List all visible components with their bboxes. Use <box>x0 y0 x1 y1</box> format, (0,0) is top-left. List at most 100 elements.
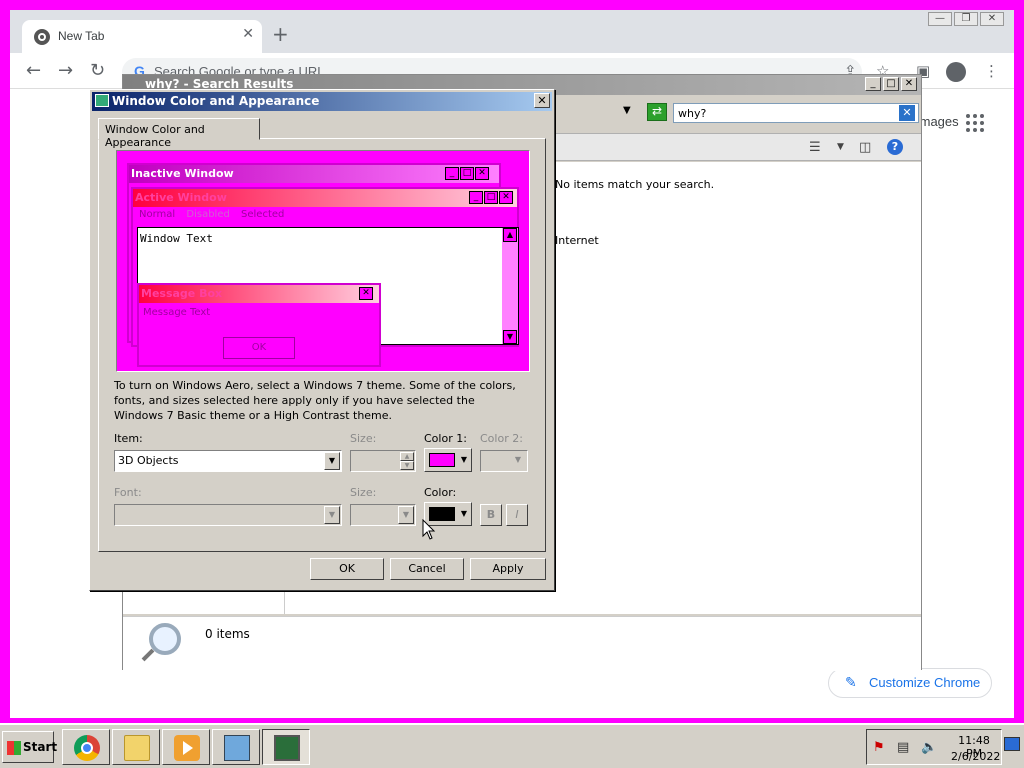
dialog-title: Window Color and Appearance <box>112 94 320 108</box>
close-tab-icon[interactable]: ✕ <box>242 26 254 42</box>
search-input[interactable]: why? <box>673 103 919 123</box>
font-color-label: Color: <box>424 486 457 499</box>
taskbar-explorer[interactable] <box>112 729 160 765</box>
scroll-up-icon: ▲ <box>503 228 517 242</box>
chrome-icon <box>74 735 100 761</box>
customize-chrome-button[interactable]: ✎ Customize Chrome <box>828 668 992 698</box>
view-options-icon[interactable]: ☰ <box>809 140 821 155</box>
spinner-arrows[interactable]: ▲ ▼ <box>400 452 414 470</box>
profile-avatar[interactable] <box>946 62 966 82</box>
close-button[interactable]: ✕ <box>901 77 917 91</box>
help-icon[interactable]: ? <box>887 139 903 155</box>
volume-icon[interactable]: 🔈 <box>921 740 937 755</box>
preview-close-icon: ✕ <box>475 167 489 180</box>
color1-label: Color 1: <box>424 432 467 445</box>
mouse-cursor-icon <box>422 519 436 540</box>
preview-menu-normal[interactable]: Normal <box>139 209 175 220</box>
action-center-icon[interactable]: ⚑ <box>873 740 885 755</box>
font-select[interactable]: ▼ <box>114 504 342 526</box>
preview-scrollbar[interactable]: ▲ ▼ <box>502 228 518 344</box>
preview-maximize-icon: □ <box>460 167 474 180</box>
apply-button[interactable]: Apply <box>470 558 546 580</box>
chevron-down-icon[interactable]: ▼ <box>398 506 414 524</box>
preview-minimize-icon: _ <box>469 191 483 204</box>
item-count: 0 items <box>205 627 250 641</box>
back-icon[interactable]: ← <box>26 60 41 81</box>
chevron-down-icon[interactable]: ▼ <box>324 452 340 470</box>
refresh-icon[interactable]: ⇄ <box>647 103 667 121</box>
media-player-icon <box>174 735 200 761</box>
maximize-button[interactable]: ❐ <box>954 12 978 26</box>
taskbar-control-panel[interactable] <box>212 729 260 765</box>
preview-menu-selected[interactable]: Selected <box>241 209 284 220</box>
preview-message-text[interactable]: Message Text <box>143 307 210 318</box>
appearance-preview[interactable]: Inactive Window _ □ ✕ Active Window _ □ … <box>116 150 530 372</box>
address-dropdown-icon[interactable]: ▼ <box>623 105 631 116</box>
preview-close-icon: ✕ <box>499 191 513 204</box>
chevron-down-icon[interactable]: ▼ <box>324 506 340 524</box>
item-label: Item: <box>114 432 143 445</box>
tab-title: New Tab <box>58 29 105 43</box>
size-label: Size: <box>350 432 377 445</box>
chrome-window-controls: — ❐ ✕ <box>928 12 1004 26</box>
magnifier-icon <box>149 623 181 655</box>
reload-icon[interactable]: ↻ <box>90 60 105 81</box>
preview-ok-button[interactable]: OK <box>223 337 295 359</box>
cancel-button[interactable]: Cancel <box>390 558 464 580</box>
apps-grid-icon[interactable] <box>966 114 984 132</box>
minimize-button[interactable]: — <box>928 12 952 26</box>
chrome-tab-icon <box>34 29 50 45</box>
aero-description: To turn on Windows Aero, select a Window… <box>114 379 516 422</box>
italic-button[interactable]: I <box>506 504 528 526</box>
taskbar-display-settings[interactable] <box>262 729 310 765</box>
item-select-value: 3D Objects <box>118 454 179 467</box>
search-internet-link[interactable]: Internet <box>555 234 599 247</box>
clock-date[interactable]: 2/6/2022 <box>951 750 1000 763</box>
images-link[interactable]: Images <box>916 114 959 129</box>
new-tab-button[interactable]: + <box>272 22 289 46</box>
color2-label: Color 2: <box>480 432 523 445</box>
tab-window-color[interactable]: Window Color and Appearance <box>98 118 260 149</box>
preview-inactive-title[interactable]: Inactive Window <box>129 165 499 183</box>
preview-msgbox-controls: ✕ <box>359 287 373 300</box>
explorer-window-controls: _ □ ✕ <box>865 77 917 91</box>
preview-message-box[interactable]: Message Box ✕ Message Text OK <box>137 283 381 367</box>
close-button[interactable]: ✕ <box>980 12 1004 26</box>
show-desktop-button[interactable] <box>1004 737 1020 751</box>
font-size-label: Size: <box>350 486 377 499</box>
dialog-close-button[interactable]: ✕ <box>534 93 550 108</box>
minimize-button[interactable]: _ <box>865 77 881 91</box>
taskbar: Start ⚑ ▤ 🔈 11:48 PM 2/6/2022 <box>0 723 1024 768</box>
menu-icon[interactable]: ⋮ <box>984 62 999 80</box>
pencil-icon: ✎ <box>845 674 857 690</box>
start-button[interactable]: Start <box>2 731 57 763</box>
network-icon[interactable]: ▤ <box>897 740 909 755</box>
font-label: Font: <box>114 486 142 499</box>
color1-picker[interactable]: ▼ <box>424 448 472 472</box>
color2-picker[interactable]: ▼ <box>480 450 528 472</box>
tab-new-tab[interactable]: New Tab ✕ <box>22 20 262 53</box>
maximize-button[interactable]: □ <box>883 77 899 91</box>
bold-button[interactable]: B <box>480 504 502 526</box>
taskbar-chrome[interactable] <box>62 729 110 765</box>
clear-search-icon[interactable]: ✕ <box>899 105 915 121</box>
customize-label: Customize Chrome <box>869 675 981 690</box>
preview-menu-disabled[interactable]: Disabled <box>186 209 229 220</box>
item-select[interactable]: 3D Objects ▼ <box>114 450 342 472</box>
taskbar-media-player[interactable] <box>162 729 210 765</box>
control-panel-icon <box>224 735 250 761</box>
font-size-select[interactable]: ▼ <box>350 504 416 526</box>
item-size-spinner[interactable]: ▲ ▼ <box>350 450 416 472</box>
preview-window-text: Window Text <box>140 232 213 245</box>
ok-button[interactable]: OK <box>310 558 384 580</box>
preview-active-title[interactable]: Active Window <box>133 189 517 207</box>
preview-message-box-title[interactable]: Message Box <box>139 285 379 303</box>
preview-maximize-icon: □ <box>484 191 498 204</box>
view-dropdown-icon[interactable]: ▼ <box>837 142 844 152</box>
display-app-icon <box>95 94 109 107</box>
forward-icon[interactable]: → <box>58 60 73 81</box>
display-settings-icon <box>274 735 300 761</box>
preview-minimize-icon: _ <box>445 167 459 180</box>
preview-menu-bar[interactable]: Normal Disabled Selected <box>139 209 292 220</box>
preview-pane-icon[interactable]: ◫ <box>859 140 871 155</box>
